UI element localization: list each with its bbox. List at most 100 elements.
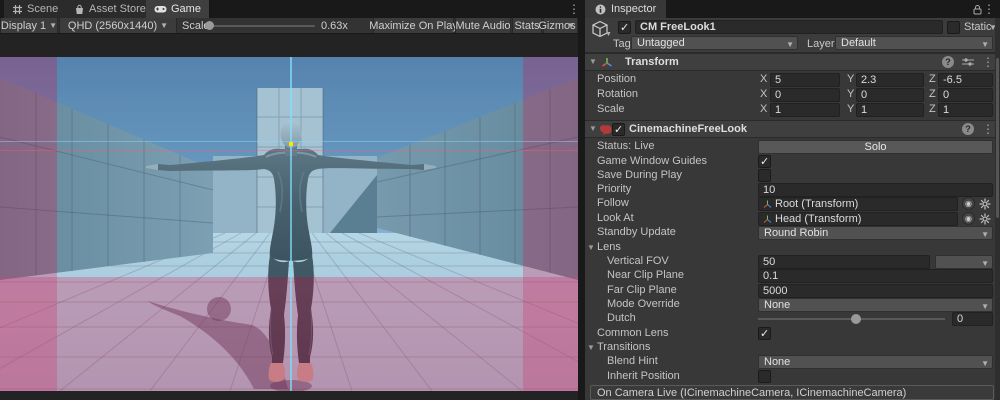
- axis-z-label: Z: [929, 88, 936, 100]
- position-x-field[interactable]: 5: [770, 73, 840, 87]
- transitions-foldout-row[interactable]: ▼ Transitions: [585, 341, 1000, 354]
- component-menu-kebab-icon[interactable]: ⋮: [982, 57, 994, 67]
- tab-asset-store[interactable]: Asset Store: [66, 0, 155, 18]
- scale-z-field[interactable]: 1: [938, 103, 993, 117]
- save-during-play-checkbox[interactable]: [758, 169, 771, 182]
- rotation-x-field[interactable]: 0: [770, 88, 840, 102]
- lookat-value: Head (Transform): [775, 213, 861, 225]
- blend-hint-label: Blend Hint: [607, 355, 658, 367]
- inspector-menu-kebab-icon[interactable]: ⋮: [983, 4, 995, 14]
- object-picker-icon[interactable]: ◉: [962, 212, 975, 225]
- layer-value: Default: [841, 37, 876, 49]
- chevron-down-icon: ▼: [786, 39, 794, 51]
- tag-value: Untagged: [637, 37, 685, 49]
- component-enabled-checkbox[interactable]: [612, 123, 625, 136]
- transform-header[interactable]: ▼ Transform ? ⋮: [585, 53, 1000, 71]
- gameobject-active-checkbox[interactable]: [618, 21, 631, 34]
- gear-icon[interactable]: [979, 213, 991, 225]
- gizmos-dropdown[interactable]: Gizmos▼: [543, 18, 578, 33]
- camera-live-event-box: On Camera Live (ICinemachineCamera, ICin…: [590, 385, 994, 400]
- near-clip-label: Near Clip Plane: [607, 269, 684, 281]
- presets-icon[interactable]: [962, 57, 974, 67]
- transform-icon: [601, 57, 613, 69]
- inspector-panel: Inspector ⋮ ▼ CM FreeLook1 Static ▼ Tag …: [585, 0, 1000, 400]
- object-picker-icon[interactable]: ◉: [962, 197, 975, 210]
- vertical-fov-field[interactable]: 50: [758, 255, 930, 269]
- stats-label: Stats: [514, 20, 539, 32]
- rotation-z-field[interactable]: 0: [938, 88, 993, 102]
- display-dropdown[interactable]: Display 1▼: [0, 18, 58, 33]
- help-icon[interactable]: ?: [962, 123, 974, 135]
- transform-mini-icon: [763, 215, 772, 224]
- lookat-object-field[interactable]: Head (Transform): [758, 212, 958, 226]
- inherit-position-label: Inherit Position: [607, 370, 680, 382]
- position-y-field[interactable]: 2.3: [856, 73, 924, 87]
- scale-slider-track[interactable]: [205, 25, 315, 27]
- foldout-icon[interactable]: ▼: [589, 124, 597, 133]
- common-lens-row: Common Lens: [585, 327, 1000, 340]
- lens-foldout-row[interactable]: ▼ Lens: [585, 241, 1000, 254]
- chevron-down-icon: ▼: [567, 21, 575, 30]
- static-checkbox[interactable]: [947, 21, 960, 34]
- inspector-tab-bar: Inspector ⋮: [585, 0, 1000, 18]
- inherit-position-checkbox[interactable]: [758, 370, 771, 383]
- gear-icon[interactable]: [979, 198, 991, 210]
- follow-object-field[interactable]: Root (Transform): [758, 197, 958, 211]
- rotation-y-field[interactable]: 0: [856, 88, 924, 102]
- game-window-guides-row: Game Window Guides: [585, 155, 1000, 168]
- game-gamepad-icon: [154, 4, 167, 14]
- transform-title: Transform: [625, 56, 679, 68]
- scale-x-field[interactable]: 1: [770, 103, 840, 117]
- game-view-panel: Scene Asset Store Game ⋮ Display 1▼ QHD …: [0, 0, 578, 400]
- scale-label: Scale: [597, 103, 625, 115]
- near-clip-row: Near Clip Plane 0.1: [585, 269, 1000, 282]
- chevron-down-icon: ▼: [49, 21, 57, 30]
- maximize-on-play-button[interactable]: Maximize On Play: [373, 18, 454, 33]
- dutch-value-field[interactable]: 0: [952, 312, 993, 326]
- position-z-field[interactable]: -6.5: [938, 73, 993, 87]
- layer-dropdown[interactable]: Default ▼: [835, 36, 993, 50]
- scale-y-field[interactable]: 1: [856, 103, 924, 117]
- cinemachine-freelook-header[interactable]: ▼ CinemachineFreeLook ? ⋮: [585, 120, 1000, 138]
- inspector-scrollbar[interactable]: [995, 18, 1000, 400]
- far-clip-label: Far Clip Plane: [607, 284, 677, 296]
- resolution-dropdown[interactable]: QHD (2560x1440)▼: [59, 18, 177, 33]
- save-during-play-label: Save During Play: [597, 169, 682, 181]
- scrollbar-thumb[interactable]: [996, 58, 999, 218]
- tag-dropdown[interactable]: Untagged ▼: [631, 36, 798, 50]
- panel-splitter[interactable]: [578, 0, 585, 400]
- mute-audio-button[interactable]: Mute Audio: [455, 18, 511, 33]
- scale-slider-handle[interactable]: [205, 21, 214, 30]
- tab-scene-label: Scene: [27, 3, 58, 15]
- tab-inspector[interactable]: Inspector: [585, 0, 666, 18]
- dutch-slider-handle[interactable]: [851, 314, 861, 324]
- priority-field[interactable]: 10: [758, 183, 993, 197]
- common-lens-checkbox[interactable]: [758, 327, 771, 340]
- transform-scale-row: Scale X 1 Y 1 Z 1: [585, 103, 1000, 116]
- blend-hint-dropdown[interactable]: None▼: [758, 355, 993, 369]
- resolution-dropdown-label: QHD (2560x1440): [68, 20, 157, 32]
- game-render[interactable]: [0, 57, 578, 391]
- position-label: Position: [597, 73, 636, 85]
- help-icon[interactable]: ?: [942, 56, 954, 68]
- axis-z-label: Z: [929, 103, 936, 115]
- near-clip-field[interactable]: 0.1: [758, 269, 993, 283]
- solo-button[interactable]: Solo: [758, 140, 993, 154]
- tab-game-label: Game: [171, 3, 201, 15]
- standby-update-dropdown[interactable]: Round Robin▼: [758, 226, 993, 240]
- chevron-down-icon: ▼: [981, 358, 989, 370]
- component-menu-kebab-icon[interactable]: ⋮: [982, 124, 994, 134]
- icon-picker-chevron[interactable]: ▼: [605, 31, 612, 38]
- axis-y-label: Y: [847, 103, 854, 115]
- fov-preset-dropdown[interactable]: ▼: [935, 255, 993, 269]
- far-clip-field[interactable]: 5000: [758, 284, 993, 298]
- gameobject-name-field[interactable]: CM FreeLook1: [635, 20, 943, 34]
- follow-label: Follow: [597, 197, 629, 209]
- game-window-guides-checkbox[interactable]: [758, 155, 771, 168]
- foldout-icon[interactable]: ▼: [589, 57, 597, 66]
- tab-game[interactable]: Game: [146, 0, 210, 18]
- chevron-down-icon: ▼: [981, 39, 989, 51]
- mode-override-dropdown[interactable]: None▼: [758, 298, 993, 312]
- lock-icon[interactable]: [973, 4, 982, 15]
- tab-scene[interactable]: Scene: [4, 0, 67, 18]
